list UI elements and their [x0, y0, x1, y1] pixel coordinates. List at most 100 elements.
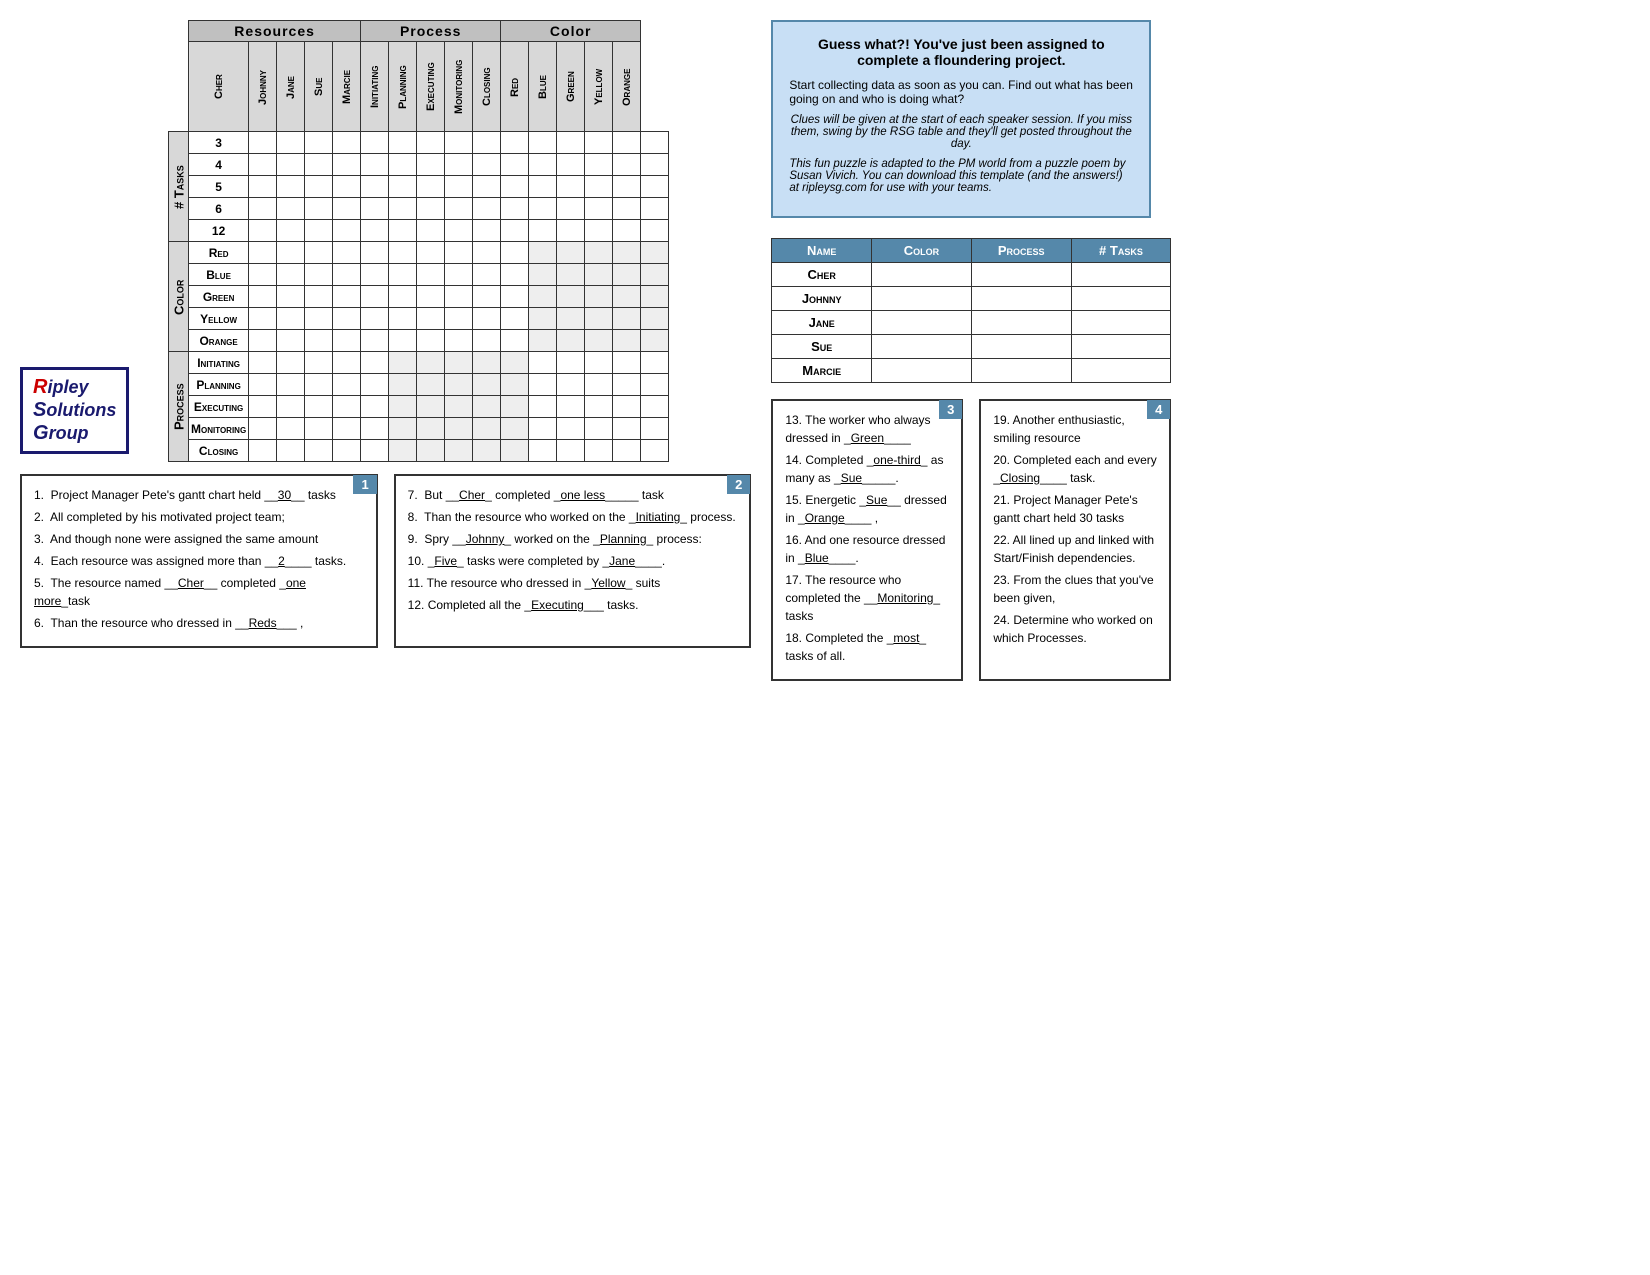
cell[interactable]	[473, 396, 501, 418]
cell[interactable]	[249, 308, 277, 330]
cell[interactable]	[613, 308, 641, 330]
cell[interactable]	[305, 374, 333, 396]
cell[interactable]	[641, 264, 669, 286]
answer-color-johnny[interactable]	[872, 287, 972, 311]
cell[interactable]	[249, 440, 277, 462]
cell[interactable]	[389, 220, 417, 242]
cell[interactable]	[641, 176, 669, 198]
cell[interactable]	[613, 154, 641, 176]
cell[interactable]	[417, 440, 445, 462]
cell[interactable]	[249, 198, 277, 220]
cell[interactable]	[445, 308, 473, 330]
cell[interactable]	[557, 330, 585, 352]
cell[interactable]	[389, 374, 417, 396]
cell[interactable]	[305, 198, 333, 220]
cell[interactable]	[417, 352, 445, 374]
answer-tasks-cher[interactable]	[1071, 263, 1171, 287]
cell[interactable]	[641, 374, 669, 396]
cell[interactable]	[305, 220, 333, 242]
cell[interactable]	[249, 418, 277, 440]
cell[interactable]	[389, 176, 417, 198]
cell[interactable]	[305, 286, 333, 308]
cell[interactable]	[613, 286, 641, 308]
cell[interactable]	[473, 242, 501, 264]
cell[interactable]	[613, 220, 641, 242]
cell[interactable]	[557, 198, 585, 220]
cell[interactable]	[305, 154, 333, 176]
cell[interactable]	[249, 132, 277, 154]
cell[interactable]	[557, 154, 585, 176]
cell[interactable]	[333, 396, 361, 418]
cell[interactable]	[333, 264, 361, 286]
cell[interactable]	[529, 198, 557, 220]
cell[interactable]	[529, 440, 557, 462]
cell[interactable]	[557, 352, 585, 374]
cell[interactable]	[529, 418, 557, 440]
cell[interactable]	[445, 176, 473, 198]
cell[interactable]	[445, 154, 473, 176]
cell[interactable]	[557, 132, 585, 154]
cell[interactable]	[361, 396, 389, 418]
answer-process-johnny[interactable]	[971, 287, 1071, 311]
cell[interactable]	[333, 242, 361, 264]
cell[interactable]	[585, 132, 613, 154]
cell[interactable]	[389, 330, 417, 352]
answer-process-jane[interactable]	[971, 311, 1071, 335]
cell[interactable]	[249, 396, 277, 418]
cell[interactable]	[529, 154, 557, 176]
cell[interactable]	[305, 330, 333, 352]
cell[interactable]	[473, 330, 501, 352]
cell[interactable]	[501, 242, 529, 264]
cell[interactable]	[585, 374, 613, 396]
cell[interactable]	[445, 352, 473, 374]
cell[interactable]	[445, 440, 473, 462]
cell[interactable]	[333, 220, 361, 242]
cell[interactable]	[529, 396, 557, 418]
cell[interactable]	[641, 440, 669, 462]
cell[interactable]	[249, 352, 277, 374]
cell[interactable]	[529, 132, 557, 154]
answer-tasks-marcie[interactable]	[1071, 359, 1171, 383]
cell[interactable]	[305, 132, 333, 154]
answer-process-marcie[interactable]	[971, 359, 1071, 383]
cell[interactable]	[361, 264, 389, 286]
cell[interactable]	[361, 176, 389, 198]
cell[interactable]	[501, 330, 529, 352]
cell[interactable]	[417, 198, 445, 220]
cell[interactable]	[361, 440, 389, 462]
cell[interactable]	[277, 440, 305, 462]
answer-color-marcie[interactable]	[872, 359, 972, 383]
cell[interactable]	[445, 132, 473, 154]
cell[interactable]	[249, 242, 277, 264]
cell[interactable]	[417, 308, 445, 330]
cell[interactable]	[445, 374, 473, 396]
cell[interactable]	[585, 330, 613, 352]
cell[interactable]	[501, 154, 529, 176]
cell[interactable]	[585, 396, 613, 418]
cell[interactable]	[277, 264, 305, 286]
cell[interactable]	[585, 308, 613, 330]
cell[interactable]	[473, 440, 501, 462]
cell[interactable]	[501, 264, 529, 286]
cell[interactable]	[585, 220, 613, 242]
cell[interactable]	[417, 264, 445, 286]
cell[interactable]	[389, 396, 417, 418]
cell[interactable]	[501, 352, 529, 374]
cell[interactable]	[277, 308, 305, 330]
cell[interactable]	[445, 418, 473, 440]
cell[interactable]	[473, 220, 501, 242]
cell[interactable]	[389, 308, 417, 330]
cell[interactable]	[641, 308, 669, 330]
cell[interactable]	[613, 242, 641, 264]
cell[interactable]	[501, 396, 529, 418]
cell[interactable]	[445, 264, 473, 286]
cell[interactable]	[613, 440, 641, 462]
cell[interactable]	[249, 154, 277, 176]
cell[interactable]	[501, 132, 529, 154]
cell[interactable]	[389, 286, 417, 308]
cell[interactable]	[585, 418, 613, 440]
cell[interactable]	[417, 286, 445, 308]
cell[interactable]	[361, 308, 389, 330]
cell[interactable]	[277, 154, 305, 176]
cell[interactable]	[361, 286, 389, 308]
